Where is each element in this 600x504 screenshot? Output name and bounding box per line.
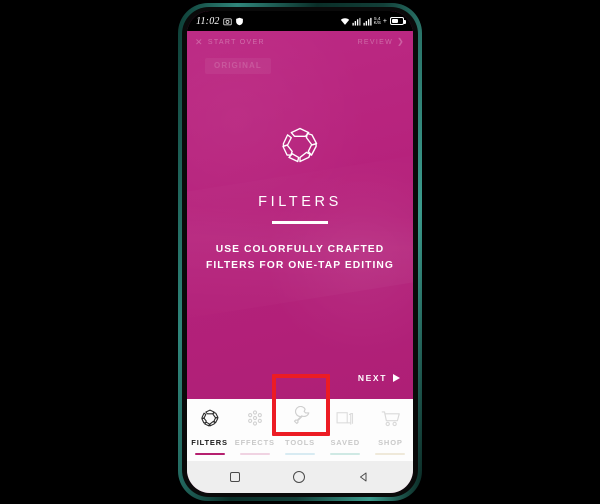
data-speed-icon: 5.4 K/S (373, 16, 381, 26)
tab-indicator (194, 452, 225, 455)
battery-plus-sign: + (382, 17, 387, 25)
tab-shop[interactable]: SHOP (368, 399, 413, 461)
onboarding-overlay: FILTERS USE COLORFULLY CRAFTED FILTERS F… (187, 31, 413, 399)
wrench-icon (289, 405, 312, 431)
tab-indicator (239, 452, 270, 455)
photo-editor-canvas: ✕ START OVER REVIEW ❯ ORIGINAL FILTERS U… (187, 31, 413, 399)
battery-icon (390, 17, 406, 25)
back-triangle-icon[interactable] (358, 471, 370, 483)
home-circle-icon[interactable] (292, 471, 305, 483)
bottom-tab-bar: FILTERS EFFECTS TOOLS SAVED SHOP (187, 399, 413, 461)
tab-indicator (285, 452, 315, 455)
tab-tools[interactable]: TOOLS (277, 399, 322, 461)
next-label: NEXT (357, 373, 387, 383)
shopping-cart-icon (379, 405, 402, 431)
tab-effects[interactable]: EFFECTS (232, 399, 277, 461)
overlay-description: USE COLORFULLY CRAFTED FILTERS FOR ONE-T… (206, 242, 394, 274)
shield-icon (235, 17, 243, 25)
play-triangle-icon (393, 374, 400, 382)
overlay-description-line-2: FILTERS FOR ONE-TAP EDITING (206, 259, 394, 271)
tab-indicator (330, 452, 361, 455)
tab-indicator (375, 452, 406, 455)
filters-hexagon-icon (282, 128, 318, 163)
status-bar-right: 5.4 K/S + (340, 16, 406, 26)
camera-icon (222, 18, 232, 25)
wifi-icon (340, 17, 349, 25)
recents-square-icon[interactable] (229, 472, 240, 482)
dots-cluster-icon (244, 405, 266, 431)
signal-icon (352, 17, 361, 26)
tab-label: TOOLS (285, 437, 315, 447)
data-speed-unit: K/S (373, 20, 381, 25)
overlay-description-line-1: USE COLORFULLY CRAFTED (215, 243, 385, 255)
overlay-title: FILTERS (258, 194, 342, 211)
android-nav-bar (187, 461, 413, 493)
tab-label: SHOP (378, 437, 403, 447)
status-bar: 11:02 5.4 K/S + (187, 11, 413, 31)
status-bar-left: 11:02 (196, 16, 244, 27)
overlay-divider (272, 221, 328, 224)
layers-stack-icon (334, 405, 356, 431)
tab-label: FILTERS (191, 437, 228, 447)
next-button[interactable]: NEXT (358, 373, 400, 383)
signal-icon (363, 17, 372, 26)
tab-label: EFFECTS (234, 437, 275, 447)
screenshot-stage: 11:02 5.4 K/S + ✕ START OVER REVIEW ❯ OR… (0, 0, 600, 504)
filters-hexagon-icon (199, 405, 221, 431)
tab-label: SAVED (330, 437, 360, 447)
tab-filters[interactable]: FILTERS (187, 399, 232, 461)
tab-saved[interactable]: SAVED (323, 399, 368, 461)
status-bar-clock: 11:02 (196, 15, 220, 27)
phone-screen: 11:02 5.4 K/S + ✕ START OVER REVIEW ❯ OR… (187, 11, 413, 493)
